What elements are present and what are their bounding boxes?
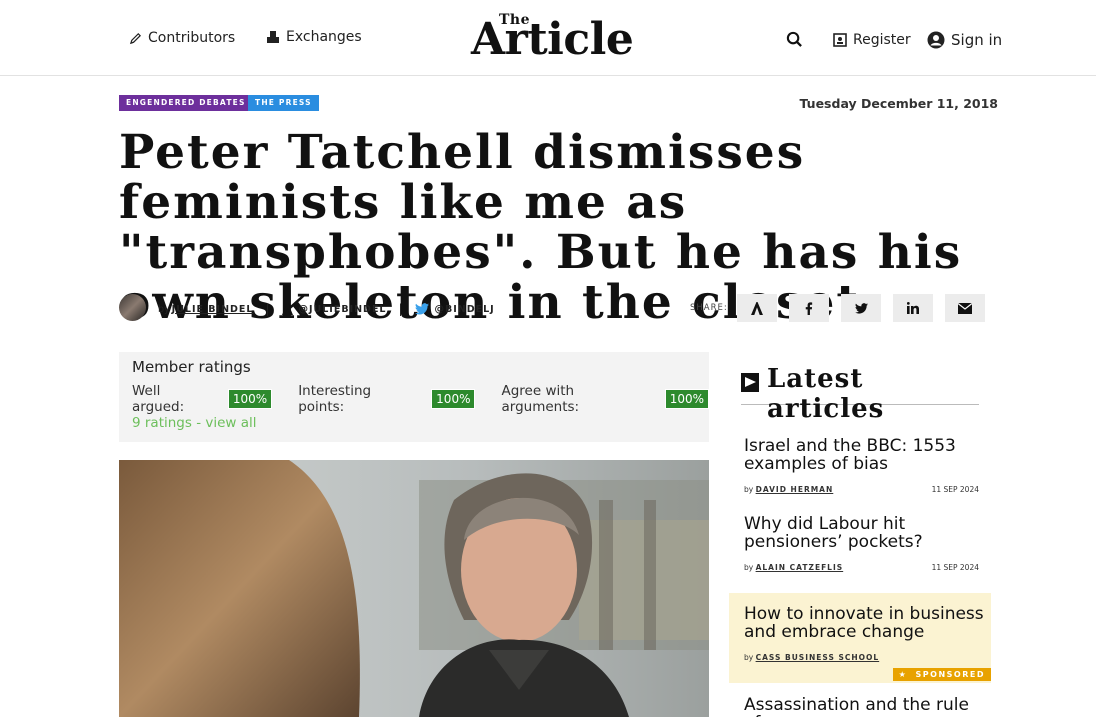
nav-exchanges[interactable]: Exchanges [266,29,362,45]
tag-the-press[interactable]: THE PRESS [248,95,319,111]
share-article-button[interactable] [737,294,777,322]
rating-label: Well argued: [132,383,185,415]
twitter-icon [854,302,868,314]
article-headline: Peter Tatchell dismisses feminists like … [119,125,963,330]
linkedin-icon [907,302,919,314]
rating-label: Interesting points: [298,383,372,415]
publish-date: Tuesday December 11, 2018 [799,96,998,111]
star-icon: ★ [898,670,908,679]
hero-photo [119,460,709,717]
byline-by: by [744,653,754,662]
share-label: SHARE: [690,303,728,313]
article-logo-icon [281,303,293,315]
article-handle-text: @JULIEBINDEL [298,303,387,315]
share-facebook-button[interactable] [789,294,829,322]
twitter-handle-text: @BINDELJ [434,303,495,315]
ratings-title: Member ratings [132,358,251,376]
view-all-ratings-link[interactable]: 9 ratings - view all [132,415,257,431]
byline-by: by [744,563,754,572]
rating-value: 100% [431,389,476,409]
site-logo[interactable]: The Article [471,12,651,62]
play-flag-icon [741,373,759,392]
register-icon [833,33,847,47]
nav-sign-in[interactable]: Sign in [927,31,1002,49]
email-icon [958,302,972,314]
latest-articles-title: Latest articles [767,364,885,424]
author-avatar[interactable] [119,294,146,321]
twitter-icon [414,303,429,315]
user-circle-icon [927,31,945,49]
nav-exchanges-label: Exchanges [286,29,362,45]
sponsored-badge: ★ SPONSORED [892,668,991,681]
share-twitter-button[interactable] [841,294,881,322]
byline: by JULIE BINDEL | @JULIEBINDEL | @BINDEL… [158,302,495,316]
latest-article-title[interactable]: Israel and the BBC: 1553 examples of bia… [744,437,984,473]
exchanges-icon [267,31,279,43]
facebook-icon [805,301,813,315]
sponsored-label: SPONSORED [915,670,985,679]
byline-by: by [158,303,170,315]
latest-article-author[interactable]: CASS BUSINESS SCHOOL [756,653,880,662]
latest-article-author[interactable]: DAVID HERMAN [756,485,834,494]
author-article-handle[interactable]: @JULIEBINDEL [281,303,387,315]
rating-value: 100% [664,389,709,409]
latest-article-author[interactable]: ALAIN CATZEFLIS [756,563,844,572]
sponsored-article-item[interactable]: How to innovate in business and embrace … [729,593,991,683]
nav-register[interactable]: Register [833,32,911,48]
rating-label: Agree with arguments: [501,383,580,415]
latest-article-date: 11 SEP 2024 [931,485,979,494]
site-header: Contributors Exchanges The Article Regis… [0,0,1096,76]
latest-article-date: 11 SEP 2024 [931,563,979,572]
author-twitter-handle[interactable]: @BINDELJ [414,303,495,315]
share-linkedin-button[interactable] [893,294,933,322]
byline-by: by [744,485,754,494]
latest-article-byline: by CASS BUSINESS SCHOOL [744,653,879,662]
latest-article-item[interactable]: Israel and the BBC: 1553 examples of bia… [729,437,991,503]
pencil-icon [129,32,141,44]
latest-articles-header: Latest articles [741,364,979,424]
logo-article: Article [471,14,634,65]
rating-value: 100% [227,389,273,409]
nav-register-label: Register [853,32,911,48]
tag-engendered-debates[interactable]: ENGENDERED DEBATES [119,95,253,111]
author-name-link[interactable]: JULIE BINDEL [172,304,254,315]
latest-article-item[interactable]: Why did Labour hit pensioners’ pockets? … [729,515,991,581]
article-icon [751,301,763,315]
member-ratings-panel: Member ratings Well argued: 100% Interes… [119,352,709,442]
latest-article-byline: by ALAIN CATZEFLIS [744,563,843,572]
hero-photo-illustration [119,460,709,717]
ratings-row: Well argued: 100% Interesting points: 10… [132,383,709,415]
latest-article-title[interactable]: Why did Labour hit pensioners’ pockets? [744,515,984,551]
byline-separator-2: | [398,302,403,316]
byline-separator: | [265,302,270,316]
search-icon [786,31,802,47]
nav-contributors[interactable]: Contributors [129,30,235,46]
latest-article-byline: by DAVID HERMAN [744,485,833,494]
share-email-button[interactable] [945,294,985,322]
latest-article-item[interactable]: Assassination and the rule of [729,696,991,717]
latest-article-title[interactable]: Assassination and the rule of [744,696,984,717]
search-button[interactable] [786,31,803,48]
nav-sign-in-label: Sign in [951,31,1003,49]
latest-article-title[interactable]: How to innovate in business and embrace … [744,605,984,641]
nav-contributors-label: Contributors [148,30,236,46]
